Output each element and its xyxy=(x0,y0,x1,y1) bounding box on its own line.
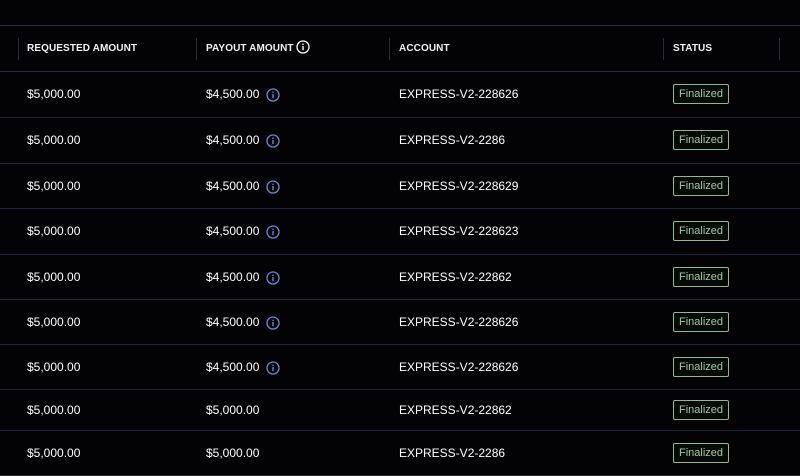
account-id[interactable]: EXPRESS-V2-228629 xyxy=(399,179,518,193)
table-header: REQUESTED AMOUNT PAYOUT AMOUNT ACCOUNT S… xyxy=(0,26,800,72)
info-circle-icon[interactable] xyxy=(266,271,280,285)
column-separator xyxy=(389,38,390,60)
payout-amount: $4,500.00 xyxy=(206,270,260,284)
status-badge: Finalized xyxy=(673,443,730,463)
status-badge: Finalized xyxy=(673,357,730,377)
requested-amount: $5,000.00 xyxy=(27,360,81,374)
header-status[interactable]: STATUS xyxy=(673,43,712,54)
account-id[interactable]: EXPRESS-V2-2286 xyxy=(399,446,505,460)
payout-amount: $5,000.00 xyxy=(206,403,260,417)
column-separator xyxy=(18,38,19,60)
payout-amount: $4,500.00 xyxy=(206,133,260,147)
payout-amount: $4,500.00 xyxy=(206,179,260,193)
column-separator xyxy=(779,38,780,60)
account-id[interactable]: EXPRESS-V2-22862 xyxy=(399,270,512,284)
table-row[interactable]: $5,000.00 $5,000.00 EXPRESS-V2-22862 Finali… xyxy=(0,390,800,431)
account-id[interactable]: EXPRESS-V2-2286 xyxy=(399,133,505,147)
header-requested-amount[interactable]: REQUESTED AMOUNT xyxy=(27,43,137,54)
account-id[interactable]: EXPRESS-V2-228626 xyxy=(399,315,518,329)
table-row[interactable]: $5,000.00 $5,000.00 EXPRESS-V2-2286 Finaliz… xyxy=(0,431,800,476)
status-badge: Finalized xyxy=(673,267,730,287)
account-id[interactable]: EXPRESS-V2-228626 xyxy=(399,87,518,101)
requested-amount: $5,000.00 xyxy=(27,403,81,417)
account-id[interactable]: EXPRESS-V2-22862 xyxy=(399,403,512,417)
payout-amount: $5,000.00 xyxy=(206,446,260,460)
info-circle-icon[interactable] xyxy=(266,361,280,375)
requested-amount: $5,000.00 xyxy=(27,315,81,329)
payout-amount: $4,500.00 xyxy=(206,360,260,374)
table-row[interactable]: $5,000.00 $4,500.00 EXPRESS-V2-2286 Finaliz… xyxy=(0,118,800,164)
account-id[interactable]: EXPRESS-V2-228623 xyxy=(399,224,518,238)
table-row[interactable]: $5,000.00 $4,500.00 EXPRESS-V2-228626 Final… xyxy=(0,72,800,118)
status-badge: Finalized xyxy=(673,400,730,420)
column-separator xyxy=(663,38,664,60)
requested-amount: $5,000.00 xyxy=(27,179,81,193)
table-row[interactable]: $5,000.00 $4,500.00 EXPRESS-V2-228626 Final… xyxy=(0,345,800,390)
column-separator xyxy=(196,38,197,60)
info-circle-icon[interactable] xyxy=(266,316,280,330)
header-payout-amount[interactable]: PAYOUT AMOUNT xyxy=(206,43,294,54)
table-row[interactable]: $5,000.00 $4,500.00 EXPRESS-V2-22862 Finali… xyxy=(0,255,800,300)
info-circle-icon[interactable] xyxy=(296,40,310,54)
info-circle-icon[interactable] xyxy=(266,134,280,148)
account-id[interactable]: EXPRESS-V2-228626 xyxy=(399,360,518,374)
status-badge: Finalized xyxy=(673,312,730,332)
requested-amount: $5,000.00 xyxy=(27,224,81,238)
table-row[interactable]: $5,000.00 $4,500.00 EXPRESS-V2-228623 Final… xyxy=(0,209,800,255)
status-badge: Finalized xyxy=(673,130,730,150)
requested-amount: $5,000.00 xyxy=(27,87,81,101)
payout-amount: $4,500.00 xyxy=(206,315,260,329)
info-circle-icon[interactable] xyxy=(266,88,280,102)
table-row[interactable]: $5,000.00 $4,500.00 EXPRESS-V2-228626 Final… xyxy=(0,300,800,345)
info-circle-icon[interactable] xyxy=(266,180,280,194)
requested-amount: $5,000.00 xyxy=(27,270,81,284)
table-row[interactable]: $5,000.00 $4,500.00 EXPRESS-V2-228629 Final… xyxy=(0,164,800,209)
status-badge: Finalized xyxy=(673,176,730,196)
header-account[interactable]: ACCOUNT xyxy=(399,43,450,54)
payout-amount: $4,500.00 xyxy=(206,87,260,101)
requested-amount: $5,000.00 xyxy=(27,133,81,147)
info-circle-icon[interactable] xyxy=(266,225,280,239)
payouts-table: REQUESTED AMOUNT PAYOUT AMOUNT ACCOUNT S… xyxy=(0,0,800,476)
status-badge: Finalized xyxy=(673,221,730,241)
payout-amount: $4,500.00 xyxy=(206,224,260,238)
status-badge: Finalized xyxy=(673,84,730,104)
requested-amount: $5,000.00 xyxy=(27,446,81,460)
